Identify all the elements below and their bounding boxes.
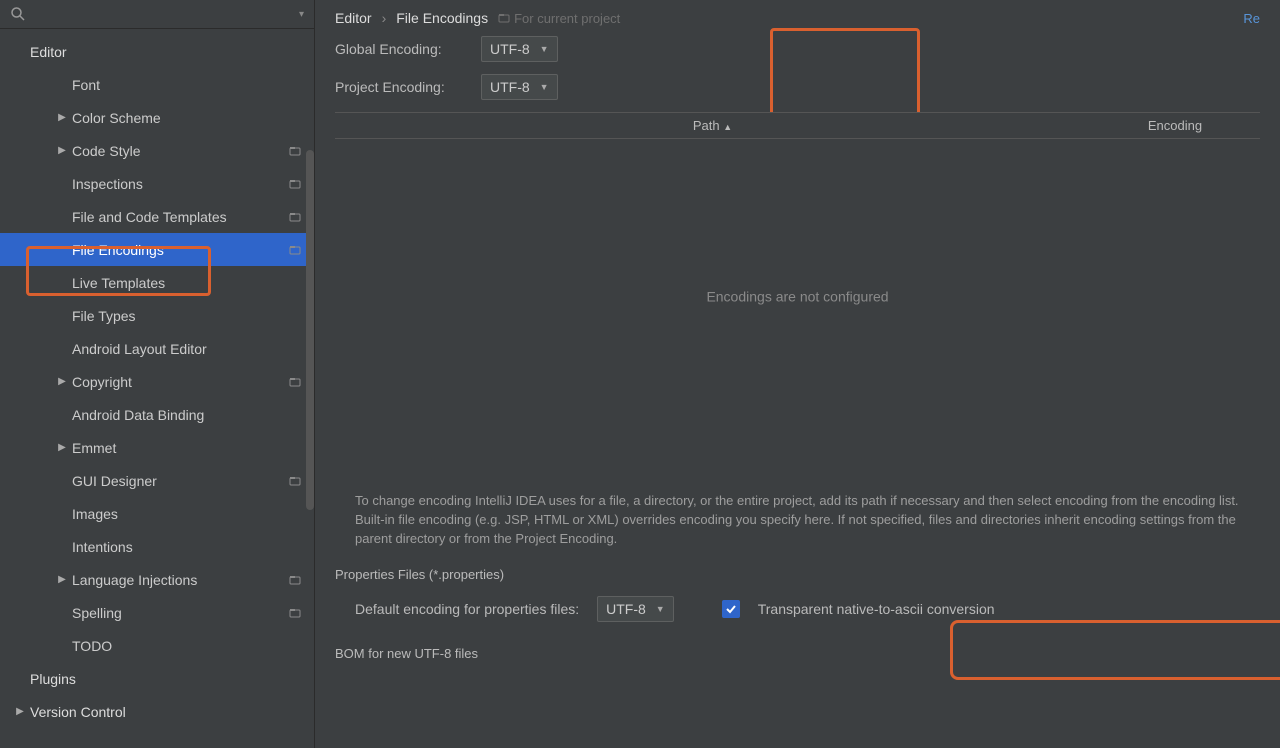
sidebar-item-editor[interactable]: Editor	[0, 35, 314, 68]
transparent-ascii-checkbox[interactable]	[722, 600, 740, 618]
global-encoding-label: Global Encoding:	[335, 41, 465, 57]
project-scope-icon	[288, 144, 302, 158]
encoding-table: Path ▲ Encoding Encodings are not config…	[335, 112, 1260, 482]
sidebar-item-font[interactable]: Font	[0, 68, 314, 101]
sidebar-item-label: Android Layout Editor	[72, 341, 302, 357]
expander-icon[interactable]: ▶	[52, 574, 72, 585]
sidebar-item-file-and-code-templates[interactable]: File and Code Templates	[0, 200, 314, 233]
sidebar-item-label: TODO	[72, 638, 302, 654]
project-scope-icon	[288, 573, 302, 587]
table-empty-text: Encodings are not configured	[706, 288, 888, 304]
sidebar-item-label: File Encodings	[72, 242, 288, 258]
reset-link[interactable]: Re	[1243, 11, 1260, 26]
project-scope-icon	[288, 177, 302, 191]
sidebar-item-label: Emmet	[72, 440, 302, 456]
project-scope-icon	[288, 606, 302, 620]
project-encoding-row: Project Encoding: UTF-8 ▼	[315, 68, 1280, 106]
sidebar-item-label: Editor	[30, 44, 302, 60]
chevron-down-icon: ▼	[656, 604, 665, 614]
encoding-column-header[interactable]: Encoding	[1090, 118, 1260, 133]
transparent-ascii-label[interactable]: Transparent native-to-ascii conversion	[758, 601, 995, 617]
chevron-down-icon: ▼	[540, 44, 549, 54]
project-scope-icon	[288, 375, 302, 389]
sidebar-item-inspections[interactable]: Inspections	[0, 167, 314, 200]
sidebar-item-file-types[interactable]: File Types	[0, 299, 314, 332]
sidebar-item-color-scheme[interactable]: ▶Color Scheme	[0, 101, 314, 134]
project-icon	[498, 12, 510, 24]
sidebar-item-todo[interactable]: TODO	[0, 629, 314, 662]
sidebar-item-label: File and Code Templates	[72, 209, 288, 225]
search-input[interactable]	[32, 6, 299, 22]
properties-encoding-label: Default encoding for properties files:	[355, 601, 579, 617]
expander-icon[interactable]: ▶	[52, 145, 72, 156]
search-row: ▾	[0, 0, 314, 29]
sidebar-item-label: Live Templates	[72, 275, 302, 291]
expander-icon[interactable]: ▶	[52, 442, 72, 453]
global-encoding-row: Global Encoding: UTF-8 ▼	[315, 30, 1280, 68]
sidebar-item-label: Spelling	[72, 605, 288, 621]
bom-section-title: BOM for new UTF-8 files	[315, 632, 1280, 665]
scope-hint: For current project	[498, 11, 620, 26]
project-scope-icon	[288, 243, 302, 257]
table-header: Path ▲ Encoding	[335, 113, 1260, 139]
sidebar-item-label: Code Style	[72, 143, 288, 159]
project-scope-icon	[288, 210, 302, 224]
project-encoding-value: UTF-8	[490, 79, 530, 95]
sidebar-item-intentions[interactable]: Intentions	[0, 530, 314, 563]
sidebar-item-gui-designer[interactable]: GUI Designer	[0, 464, 314, 497]
project-scope-icon	[288, 474, 302, 488]
sidebar-item-label: Plugins	[30, 671, 302, 687]
project-encoding-select[interactable]: UTF-8 ▼	[481, 74, 558, 100]
path-column-header[interactable]: Path ▲	[335, 118, 1090, 133]
properties-section-title: Properties Files (*.properties)	[315, 549, 1280, 586]
settings-tree: EditorFont▶Color Scheme▶Code StyleInspec…	[0, 29, 314, 748]
sidebar-item-label: File Types	[72, 308, 302, 324]
sidebar-item-label: Inspections	[72, 176, 288, 192]
sidebar-item-copyright[interactable]: ▶Copyright	[0, 365, 314, 398]
global-encoding-value: UTF-8	[490, 41, 530, 57]
properties-encoding-value: UTF-8	[606, 601, 646, 617]
expander-icon[interactable]: ▶	[52, 376, 72, 387]
sidebar-item-live-templates[interactable]: Live Templates	[0, 266, 314, 299]
sidebar-item-label: Copyright	[72, 374, 288, 390]
sidebar-item-plugins[interactable]: Plugins	[0, 662, 314, 695]
sidebar-item-spelling[interactable]: Spelling	[0, 596, 314, 629]
properties-row: Default encoding for properties files: U…	[315, 586, 1280, 632]
sidebar-item-language-injections[interactable]: ▶Language Injections	[0, 563, 314, 596]
expander-icon[interactable]: ▶	[10, 706, 30, 717]
sidebar-item-label: Intentions	[72, 539, 302, 555]
settings-main: Editor › File Encodings For current proj…	[315, 0, 1280, 748]
sidebar-item-label: Language Injections	[72, 572, 288, 588]
sidebar-item-label: Android Data Binding	[72, 407, 302, 423]
sidebar-item-emmet[interactable]: ▶Emmet	[0, 431, 314, 464]
global-encoding-select[interactable]: UTF-8 ▼	[481, 36, 558, 62]
dropdown-caret-icon[interactable]: ▾	[299, 9, 304, 20]
sidebar-item-code-style[interactable]: ▶Code Style	[0, 134, 314, 167]
chevron-down-icon: ▼	[540, 82, 549, 92]
properties-encoding-select[interactable]: UTF-8 ▼	[597, 596, 674, 622]
sidebar-item-file-encodings[interactable]: File Encodings	[0, 233, 314, 266]
sidebar-item-label: Images	[72, 506, 302, 522]
sort-asc-icon: ▲	[723, 122, 732, 132]
search-icon	[10, 6, 26, 22]
check-icon	[725, 603, 737, 615]
breadcrumb-current: File Encodings	[396, 10, 488, 26]
sidebar-item-android-data-binding[interactable]: Android Data Binding	[0, 398, 314, 431]
scrollbar[interactable]	[306, 150, 314, 510]
sidebar-item-label: Version Control	[30, 704, 302, 720]
sidebar-item-label: Font	[72, 77, 302, 93]
expander-icon[interactable]: ▶	[52, 112, 72, 123]
sidebar-item-android-layout-editor[interactable]: Android Layout Editor	[0, 332, 314, 365]
sidebar-item-images[interactable]: Images	[0, 497, 314, 530]
help-text: To change encoding IntelliJ IDEA uses fo…	[315, 482, 1280, 549]
sidebar-item-label: Color Scheme	[72, 110, 302, 126]
breadcrumb: Editor › File Encodings For current proj…	[315, 0, 1280, 30]
breadcrumb-parent[interactable]: Editor	[335, 10, 372, 26]
settings-sidebar: ▾ EditorFont▶Color Scheme▶Code StyleInsp…	[0, 0, 315, 748]
breadcrumb-separator: ›	[382, 10, 387, 26]
sidebar-item-label: GUI Designer	[72, 473, 288, 489]
project-encoding-label: Project Encoding:	[335, 79, 465, 95]
sidebar-item-version-control[interactable]: ▶Version Control	[0, 695, 314, 728]
